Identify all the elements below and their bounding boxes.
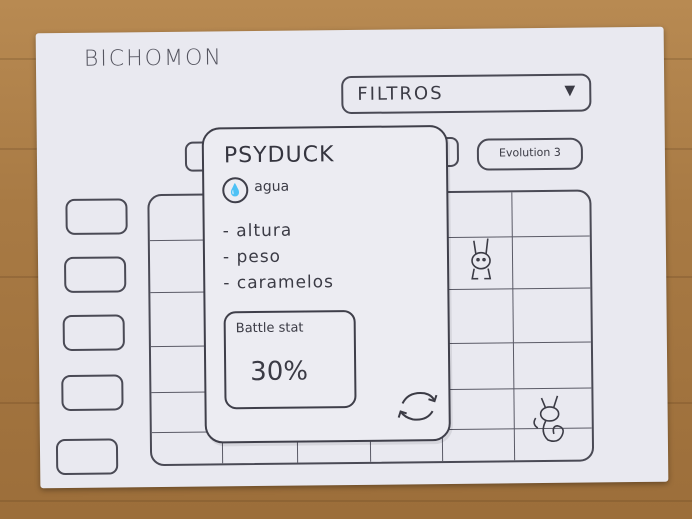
- side-button-2[interactable]: [63, 256, 127, 294]
- battle-stat-box: Battle stat 30%: [223, 309, 357, 410]
- shield-caret-icon: ▼: [564, 82, 576, 99]
- filters-dropdown[interactable]: FILTROS ▼: [341, 73, 592, 115]
- grid-cell-fox[interactable]: [527, 388, 578, 447]
- side-button-3[interactable]: [62, 314, 125, 352]
- rabbit-creature-icon: [471, 238, 492, 280]
- side-button-5[interactable]: [55, 438, 119, 476]
- stat-caramelos: - caramelos: [223, 272, 335, 294]
- battle-stat-label: Battle stat: [235, 320, 304, 337]
- fox-creature-icon: [533, 395, 564, 443]
- battle-stat-value: 30%: [250, 356, 309, 388]
- creature-name: PSYDUCK: [223, 142, 335, 169]
- evolution-button[interactable]: Evolution 3: [476, 137, 584, 171]
- creature-detail-card: PSYDUCK 💧 agua - altura - peso - caramel…: [201, 124, 451, 444]
- side-button-4[interactable]: [61, 374, 124, 412]
- water-drop-icon: 💧: [222, 177, 249, 204]
- app-window: BICHOMON FILTROS ▼ Evolution 3 PSYDUCK 💧…: [35, 26, 669, 489]
- type-label: agua: [254, 178, 290, 196]
- grid-cell-rabbit[interactable]: [462, 232, 503, 284]
- stat-altura: - altura: [222, 220, 293, 242]
- app-title: BICHOMON: [83, 45, 223, 72]
- filters-label: FILTROS: [357, 83, 444, 105]
- side-button-1[interactable]: [65, 198, 128, 235]
- stat-peso: - peso: [222, 246, 282, 268]
- swap-button[interactable]: [394, 385, 440, 427]
- refresh-arrows-icon: [397, 392, 438, 421]
